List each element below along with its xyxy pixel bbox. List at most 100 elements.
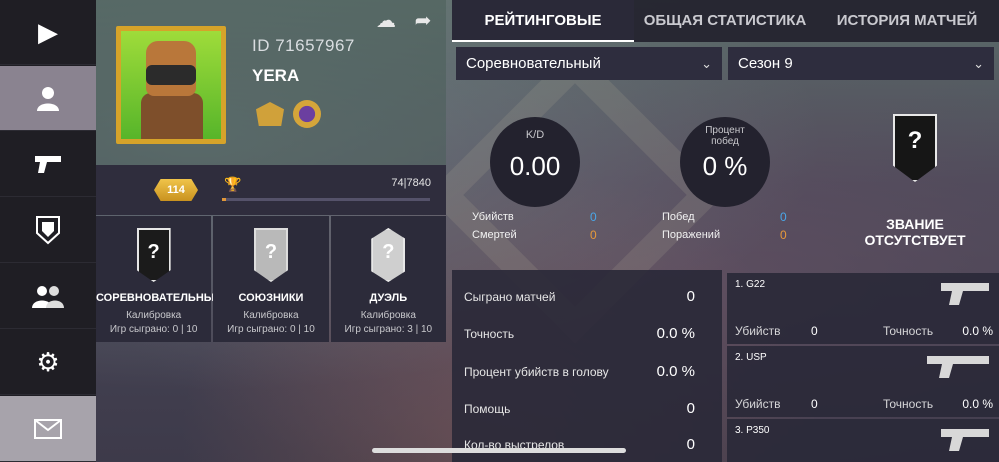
weapon-card[interactable]: 2. USP Убийств 0 Точность 0.0 % [727, 346, 999, 417]
level-badge: 114 [154, 179, 198, 201]
home-indicator[interactable] [372, 448, 626, 453]
weapon-accuracy-value: 0.0 % [962, 324, 993, 338]
kd-value: 0.00 [509, 151, 561, 181]
nav-friends[interactable] [0, 264, 96, 329]
pistol-icon [35, 156, 61, 173]
totals-row: Сыграно матчей 0 [464, 288, 709, 320]
avatar-mask [146, 65, 196, 85]
totals-row-value: 0 [686, 400, 695, 417]
nav-play[interactable]: ▶ [0, 0, 96, 65]
weapon-kills-label: Убийств [735, 324, 781, 338]
rank-status: ЗВАНИЕ ОТСУТСТВУЕТ [864, 216, 966, 248]
winrate-label: Процент побед [705, 125, 745, 147]
pistol-icon [927, 356, 989, 378]
medal-badge-icon[interactable] [293, 100, 321, 128]
weapon-kills-value: 0 [811, 324, 818, 338]
avatar[interactable] [116, 26, 226, 144]
season-select[interactable]: Сезон 9 ⌄ [728, 47, 994, 80]
weapon-name: 1. G22 [735, 279, 766, 290]
award-badge-icon[interactable] [256, 102, 284, 126]
weapon-card[interactable]: 3. P350 [727, 419, 999, 462]
mode-card-competitive[interactable]: ? СОРЕВНОВАТЕЛЬНЫЙ Калибровка Игр сыгран… [96, 216, 223, 342]
mode-games: Игр сыграно: 0 | 10 [227, 324, 315, 335]
pistol-icon [941, 429, 989, 451]
weapon-accuracy-value: 0.0 % [962, 397, 993, 411]
tab-match-history[interactable]: ИСТОРИЯ МАТЧЕЙ [816, 0, 998, 42]
totals-table: Сыграно матчей 0 Точность 0.0 % Процент … [452, 270, 722, 462]
mode-select[interactable]: Соревновательный ⌄ [456, 47, 722, 80]
cloud-download-icon[interactable]: ☁ [373, 8, 399, 32]
mail-icon [34, 418, 62, 439]
tab-general-stats[interactable]: ОБЩАЯ СТАТИСТИКА [634, 0, 816, 42]
stats-tabs: РЕЙТИНГОВЫЕ ОБЩАЯ СТАТИСТИКА ИСТОРИЯ МАТ… [452, 0, 999, 42]
kills-value: 0 [590, 210, 597, 224]
player-name: YERA [252, 66, 300, 85]
xp-progress-fill [222, 198, 227, 201]
nav-mail[interactable] [0, 396, 96, 462]
trophy-icon: 🏆 [224, 176, 242, 192]
mode-card-allies[interactable]: ? СОЮЗНИКИ Калибровка Игр сыграно: 0 | 1… [213, 216, 329, 342]
mode-title: СОЮЗНИКИ [238, 292, 304, 304]
nav-profile[interactable] [0, 66, 96, 131]
winrate-value: 0 % [702, 151, 748, 181]
totals-row: Точность 0.0 % [464, 325, 709, 357]
totals-row-value: 0 [686, 288, 695, 305]
totals-row-label: Точность [464, 327, 515, 341]
nav-weapons[interactable] [0, 132, 96, 197]
weapon-card[interactable]: 1. G22 Убийств 0 Точность 0.0 % [727, 273, 999, 344]
friends-icon [32, 286, 64, 308]
nav-settings[interactable]: ⚙ [0, 330, 96, 395]
side-nav: ▶ ⚙ [0, 0, 96, 462]
weapon-kills-label: Убийств [735, 397, 781, 411]
mode-title: ДУЭЛЬ [369, 292, 408, 304]
totals-row-value: 0.0 % [656, 363, 695, 380]
ranked-modes: ? СОРЕВНОВАТЕЛЬНЫЙ Калибровка Игр сыгран… [96, 216, 446, 342]
chevron-down-icon: ⌄ [701, 56, 712, 71]
deaths-label: Смертей [472, 229, 517, 241]
pistol-icon [941, 283, 989, 305]
profile-icon [37, 87, 59, 111]
kd-label: K/D [525, 129, 545, 141]
weapon-accuracy-label: Точность [883, 397, 934, 411]
losses-label: Поражений [662, 229, 721, 241]
rank-unknown-icon: ? [371, 228, 406, 282]
xp-counter: 74|7840 [391, 177, 431, 189]
totals-row-value: 0 [686, 436, 695, 453]
player-id: ID 71657967 [252, 36, 355, 55]
tab-ranked[interactable]: РЕЙТИНГОВЫЕ [452, 0, 634, 42]
avatar-body [141, 93, 203, 139]
mode-card-duel[interactable]: ? ДУЭЛЬ Калибровка Игр сыграно: 3 | 10 [330, 216, 446, 342]
totals-row-label: Процент убийств в голову [464, 365, 609, 379]
losses-value: 0 [780, 228, 787, 242]
nav-clan[interactable] [0, 198, 96, 263]
rank-unknown-icon: ? [136, 228, 171, 282]
mode-status: Калибровка [360, 310, 416, 321]
mode-games: Игр сыграно: 0 | 10 [109, 324, 198, 335]
kills-label: Убийств [472, 211, 514, 223]
totals-row-value: 0.0 % [656, 325, 695, 342]
kd-circle: K/D 0.00 [490, 117, 580, 207]
mode-games: Игр сыграно: 3 | 10 [344, 324, 433, 335]
weapon-kills-value: 0 [811, 397, 818, 411]
rank-unknown-icon: ? [253, 228, 288, 282]
level-bar: 114 🏆 74|7840 [96, 165, 446, 215]
xp-progress-track [222, 198, 430, 201]
weapon-name: 2. USP [735, 352, 767, 363]
mode-title: СОРЕВНОВАТЕЛЬНЫЙ [96, 292, 223, 304]
weapon-accuracy-label: Точность [883, 324, 934, 338]
deaths-value: 0 [590, 228, 597, 242]
mode-status: Калибровка [126, 310, 182, 321]
totals-row-label: Помощь [464, 402, 511, 416]
season-select-value: Сезон 9 [738, 55, 793, 72]
wins-value: 0 [780, 210, 787, 224]
shield-icon [36, 216, 60, 245]
wins-label: Побед [662, 211, 695, 223]
chevron-down-icon: ⌄ [973, 56, 984, 71]
weapon-name: 3. P350 [735, 425, 770, 436]
winrate-circle: Процент побед 0 % [680, 117, 770, 207]
profile-card: ID 71657967 YERA ☁ ➦ [96, 0, 446, 165]
gear-icon: ⚙ [36, 347, 60, 377]
mode-status: Калибровка [243, 310, 299, 321]
mode-select-value: Соревновательный [466, 55, 601, 72]
share-icon[interactable]: ➦ [410, 8, 436, 32]
